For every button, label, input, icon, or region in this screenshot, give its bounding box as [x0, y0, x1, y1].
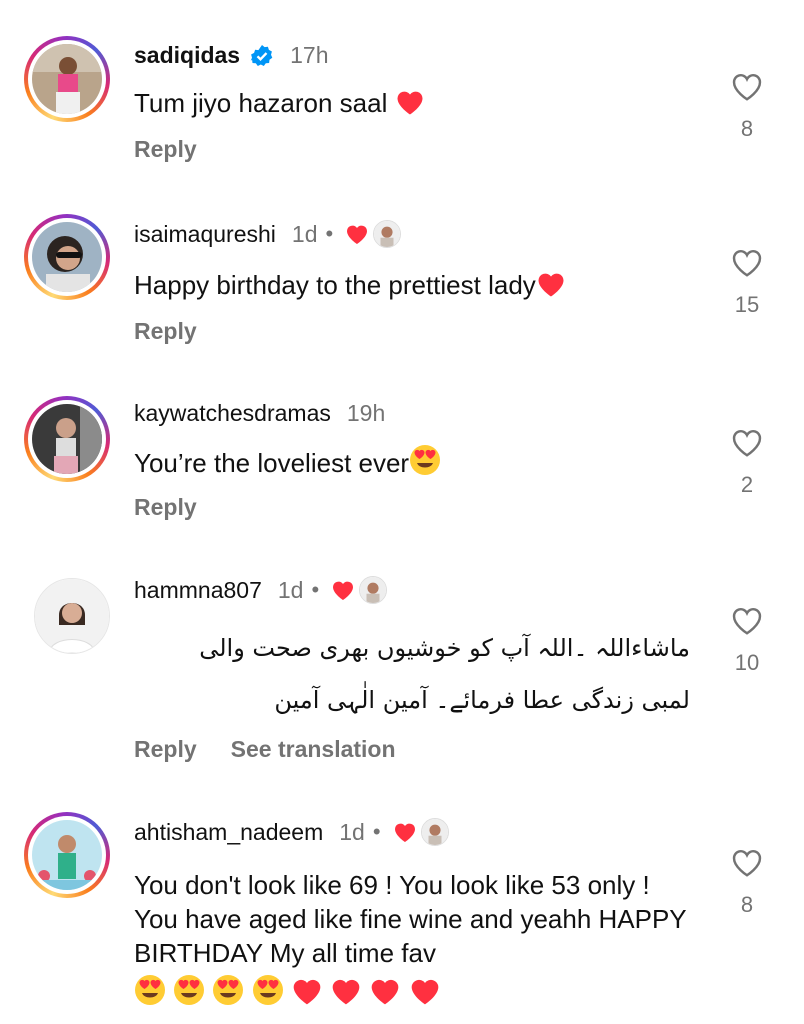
comment-text: You’re the loveliest ever [134, 448, 410, 478]
comment-timestamp: 17h [290, 42, 329, 68]
comment-text-block: You’re the loveliest ever [134, 444, 674, 480]
comment-text-block: ماشاءاللہ ۔اللہ آپ کو خوشیوں بھری صحت وا… [134, 624, 690, 724]
separator-dot: • [372, 819, 381, 844]
avatar[interactable] [24, 396, 110, 482]
red-heart-emoji-icon [293, 979, 321, 1005]
like-count: 2 [740, 472, 754, 497]
author-liked-indicator [345, 220, 402, 248]
avatar[interactable] [34, 578, 110, 654]
emoji-row [134, 974, 441, 1010]
comment-username[interactable]: kaywatchesdramas [134, 400, 331, 427]
comment-username[interactable]: sadiqidas [134, 42, 240, 69]
reply-button[interactable]: Reply [134, 494, 197, 521]
comment-text-block: You don't look like 69 ! You look like 5… [134, 868, 694, 1010]
red-heart-icon [347, 225, 368, 244]
verified-badge-icon [250, 44, 273, 66]
comment-username[interactable]: ahtisham_nadeem [134, 819, 323, 846]
red-heart-emoji-icon [411, 979, 438, 1005]
comment-text: You don't look like 69 ! You look like 5… [134, 870, 687, 968]
like-count: 8 [740, 116, 754, 141]
comment-text-block: Tum jiyo hazaron saal [134, 86, 674, 120]
red-heart-icon [394, 823, 415, 842]
reply-button[interactable]: Reply [134, 136, 197, 163]
author-avatar [359, 576, 388, 604]
red-heart-icon [333, 581, 354, 600]
author-avatar [373, 220, 402, 248]
avatar[interactable] [24, 812, 110, 898]
comment-username[interactable]: hammna807 [134, 577, 262, 604]
heart-outline-icon[interactable] [730, 606, 764, 636]
author-liked-indicator [331, 576, 388, 604]
heart-eyes-emoji-icon [174, 975, 205, 1005]
like-count: 8 [740, 892, 754, 917]
separator-dot: • [325, 221, 334, 246]
comment-timestamp: 1d [277, 576, 304, 603]
comment-text-line: لمبی زندگی عطا فرمائے۔ آمین الٰہی آمین [274, 686, 690, 714]
comment-text: Tum jiyo hazaron saal [134, 88, 395, 118]
comment-text: Happy birthday to the prettiest lady [134, 270, 536, 300]
comment-timestamp: 19h [346, 400, 386, 426]
heart-outline-icon[interactable] [730, 248, 764, 278]
reply-button[interactable]: Reply [134, 318, 197, 345]
heart-eyes-emoji-icon [213, 975, 244, 1005]
comment-text-line: ماشاءاللہ ۔اللہ آپ کو خوشیوں بھری صحت وا… [199, 634, 690, 662]
heart-eyes-emoji-icon [135, 975, 165, 1005]
comment-timestamp: 1d [291, 220, 318, 247]
heart-outline-icon[interactable] [730, 848, 764, 878]
comment-username[interactable]: isaimaqureshi [134, 221, 276, 248]
comment-text-block: Happy birthday to the prettiest lady [134, 268, 674, 302]
red-heart-emoji-icon [397, 91, 423, 115]
heart-eyes-emoji-icon [252, 975, 283, 1005]
heart-eyes-emoji-icon [410, 445, 441, 475]
heart-outline-icon[interactable] [730, 428, 764, 458]
author-avatar [420, 818, 449, 846]
avatar[interactable] [24, 36, 110, 122]
separator-dot: • [311, 577, 320, 602]
like-count: 10 [734, 650, 760, 675]
like-count: 15 [734, 292, 760, 317]
reply-button[interactable]: Reply [134, 736, 197, 763]
red-heart-emoji-icon [538, 273, 564, 297]
heart-outline-icon[interactable] [730, 72, 764, 102]
avatar[interactable] [24, 214, 110, 300]
author-liked-indicator [393, 818, 449, 846]
see-translation-button[interactable]: See translation [231, 736, 396, 763]
red-heart-emoji-icon [332, 979, 360, 1005]
red-heart-emoji-icon [372, 979, 399, 1005]
comment-timestamp: 1d [339, 818, 365, 845]
